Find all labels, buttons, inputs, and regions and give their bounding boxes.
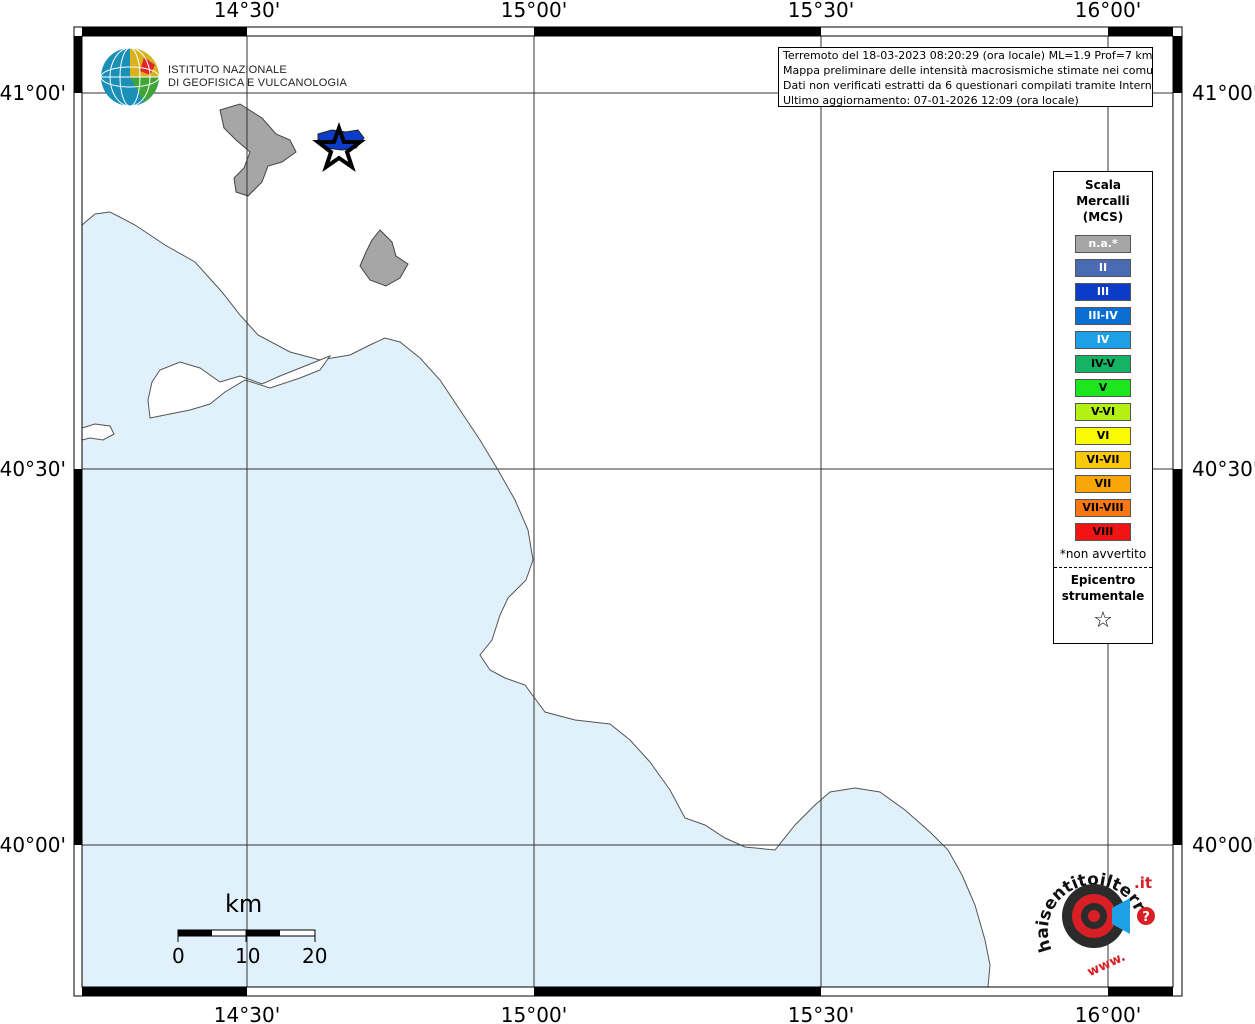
event-info-line: Ultimo aggiornamento: 07-01-2026 12:09 (… <box>783 94 1079 107</box>
legend-epicentre-label: Epicentro strumentale <box>1054 572 1152 604</box>
hst-suffix: .it <box>1134 874 1152 892</box>
bottom-axis-label: 14°30' <box>214 1003 280 1024</box>
hst-www: www. <box>1085 950 1128 978</box>
scale-tick-label: 10 <box>235 944 261 968</box>
legend-item: III-IV <box>1075 307 1131 325</box>
hai-sentito-logo-graphic: haisentitoilterremoto .it ? www. <box>1021 843 1155 980</box>
top-axis-label: 15°00' <box>501 0 567 22</box>
legend-item: VII <box>1075 475 1131 493</box>
legend-title-line: Scala <box>1084 178 1122 192</box>
top-axis-label: 15°30' <box>788 0 854 22</box>
event-info-line: Dati non verificati estratti da 6 questi… <box>783 79 1153 92</box>
bottom-axis-label: 16°00' <box>1075 1003 1141 1024</box>
legend-item: IV-V <box>1075 355 1131 373</box>
star-icon: ☆ <box>1093 608 1113 633</box>
legend-item: V <box>1075 379 1131 397</box>
bottom-axis-label: 15°30' <box>788 1003 854 1024</box>
right-axis-label: 40°00' <box>1192 833 1255 857</box>
hai-sentito-logo: haisentitoilterremoto .it ? www. <box>1021 843 1160 980</box>
legend-item: V-VI <box>1075 403 1131 421</box>
top-axis-label: 14°30' <box>214 0 280 22</box>
legend-epicentre-line: strumentale <box>1061 589 1145 603</box>
left-axis-label: 40°30' <box>0 457 66 481</box>
top-axis-label: 16°00' <box>1075 0 1141 22</box>
logo-line-2: DI GEOFISICA E VULCANOLOGIA <box>168 77 347 89</box>
legend-epicentre-line: Epicentro <box>1070 573 1136 587</box>
scale-bar: km 0 10 20 <box>165 890 335 970</box>
legend-note: *non avvertito <box>1059 547 1147 561</box>
question-icon: ? <box>1142 910 1150 925</box>
legend-divider <box>1054 567 1152 568</box>
left-axis-label: 40°00' <box>0 833 66 857</box>
event-info-box: Terremoto del 18-03-2023 08:20:29 (ora l… <box>778 47 1153 107</box>
scale-tick-label: 20 <box>302 944 328 968</box>
legend-item: VIII <box>1075 523 1131 541</box>
left-axis-label: 41°00' <box>0 81 66 105</box>
bottom-axis-label: 15°00' <box>501 1003 567 1024</box>
legend-item: VI-VII <box>1075 451 1131 469</box>
legend-title-line: (MCS) <box>1082 210 1124 224</box>
mcs-legend: Scala Mercalli (MCS) n.a.* II III III-IV IV I… <box>1053 171 1153 644</box>
ingv-globe-icon <box>100 47 160 107</box>
event-info-line: Mappa preliminare delle intensità macros… <box>783 64 1153 77</box>
legend-title-line: Mercalli <box>1076 194 1130 208</box>
legend-items: n.a.* II III III-IV IV IV-V V V-VI VI VI-VII VII VI… <box>1054 235 1152 541</box>
event-info-line: Terremoto del 18-03-2023 08:20:29 (ora l… <box>783 49 1153 62</box>
right-axis-label: 40°30' <box>1192 457 1255 481</box>
legend-item: n.a.* <box>1075 235 1131 253</box>
right-axis-label: 41°00' <box>1192 81 1255 105</box>
legend-title: Scala Mercalli (MCS) <box>1054 177 1152 225</box>
legend-item: VII-VIII <box>1075 499 1131 517</box>
scale-tick-label: 0 <box>172 944 185 968</box>
ingv-logo: ISTITUTO NAZIONALE DI GEOFISICA E VULCAN… <box>100 47 347 107</box>
logo-line-1: ISTITUTO NAZIONALE <box>168 64 287 76</box>
legend-item: II <box>1075 259 1131 277</box>
scale-unit: km <box>225 890 263 918</box>
legend-item: VI <box>1075 427 1131 445</box>
legend-item: III <box>1075 283 1131 301</box>
legend-item: IV <box>1075 331 1131 349</box>
